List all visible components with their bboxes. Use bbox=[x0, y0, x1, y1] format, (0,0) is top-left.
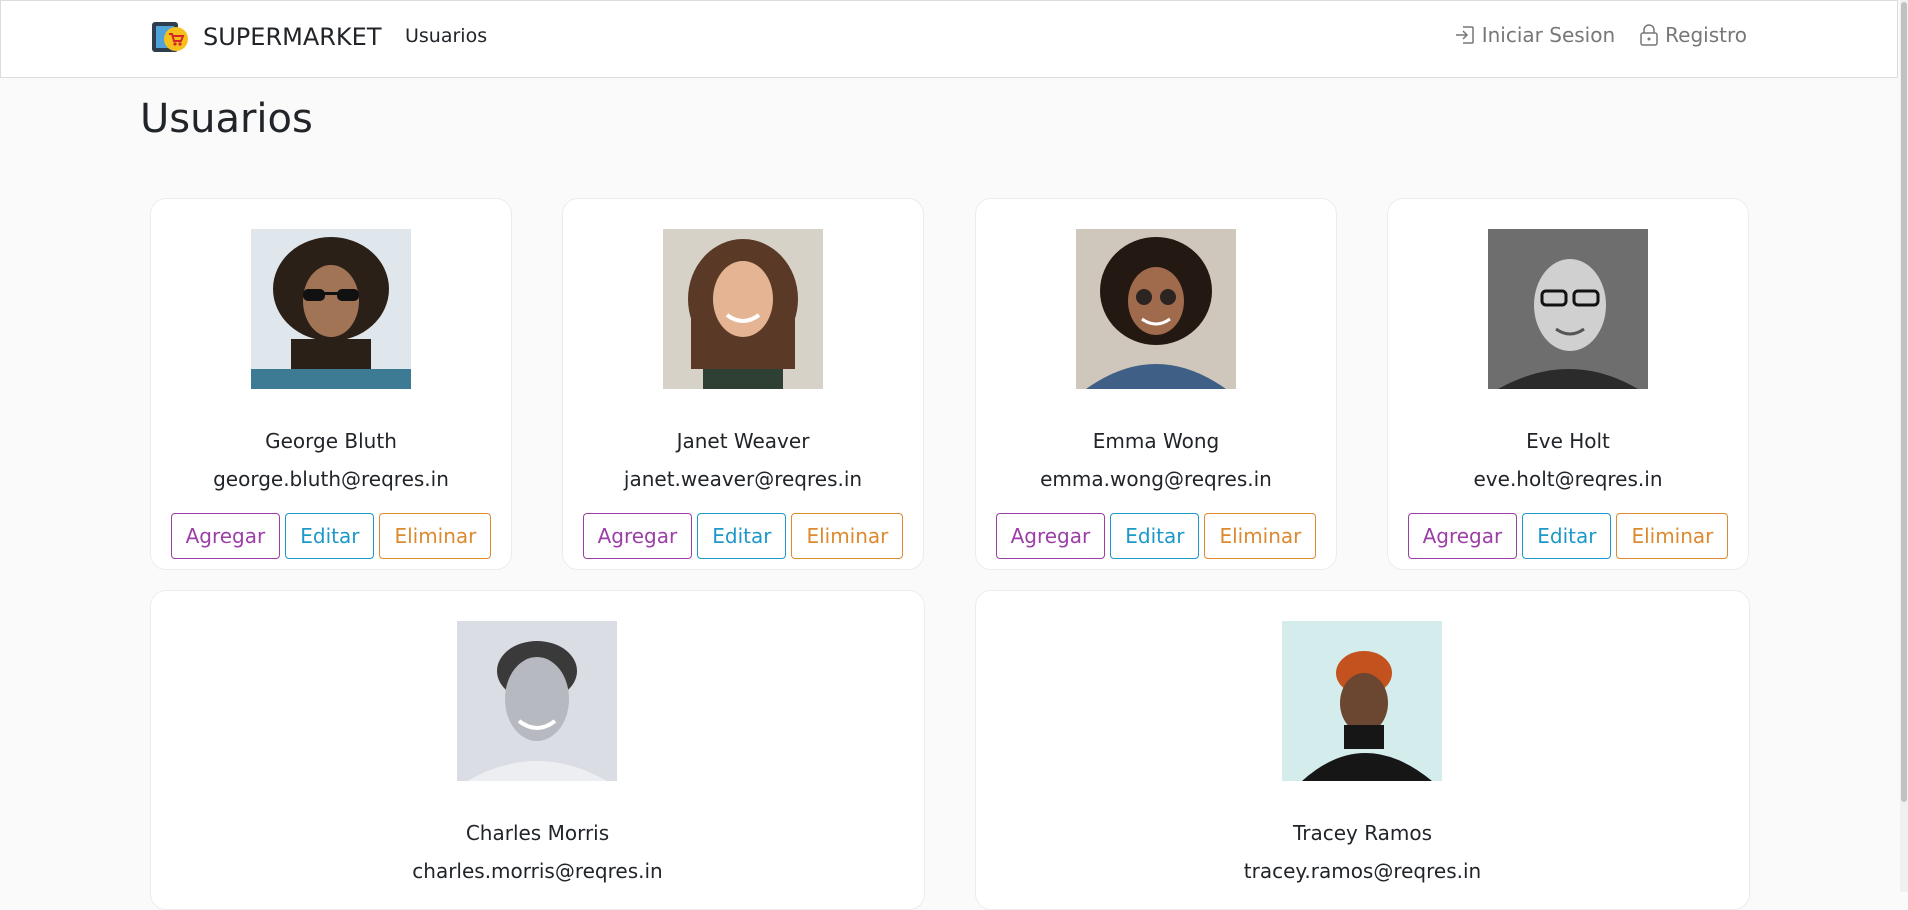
card-actions: Agregar Editar Eliminar bbox=[1388, 513, 1748, 559]
avatar bbox=[1488, 229, 1648, 389]
login-label: Iniciar Sesion bbox=[1481, 23, 1616, 47]
user-email: charles.morris@reqres.in bbox=[412, 859, 663, 883]
navbar: SUPERMARKET Usuarios Iniciar Sesion Regi… bbox=[0, 0, 1898, 78]
delete-button[interactable]: Eliminar bbox=[379, 513, 492, 559]
add-button[interactable]: Agregar bbox=[1407, 513, 1518, 559]
register-label: Registro bbox=[1665, 23, 1747, 47]
user-email: tracey.ramos@reqres.in bbox=[1243, 859, 1482, 883]
scrollbar-thumb[interactable] bbox=[1901, 2, 1907, 802]
login-link[interactable]: Iniciar Sesion bbox=[1454, 23, 1615, 47]
delete-button[interactable]: Eliminar bbox=[791, 513, 904, 559]
edit-button[interactable]: Editar bbox=[285, 513, 375, 559]
lock-icon bbox=[1640, 24, 1658, 46]
delete-button[interactable]: Eliminar bbox=[1204, 513, 1317, 559]
card-actions: Agregar Editar Eliminar bbox=[976, 513, 1336, 559]
user-email: george.bluth@reqres.in bbox=[213, 467, 449, 491]
user-name: Charles Morris bbox=[465, 821, 610, 845]
add-button[interactable]: Agregar bbox=[582, 513, 693, 559]
edit-button[interactable]: Editar bbox=[1110, 513, 1200, 559]
login-icon bbox=[1455, 26, 1474, 44]
scrollbar[interactable] bbox=[1900, 0, 1908, 892]
add-button[interactable]: Agregar bbox=[170, 513, 281, 559]
avatar bbox=[1076, 229, 1236, 389]
user-name: Emma Wong bbox=[1092, 429, 1220, 453]
supermarket-logo-icon bbox=[151, 19, 191, 55]
avatar bbox=[663, 229, 823, 389]
user-name: Tracey Ramos bbox=[1292, 821, 1433, 845]
user-name: George Bluth bbox=[265, 429, 397, 453]
nav-right: Iniciar Sesion Registro bbox=[1454, 23, 1747, 47]
user-email: eve.holt@reqres.in bbox=[1473, 467, 1663, 491]
user-name: Eve Holt bbox=[1526, 429, 1610, 453]
edit-button[interactable]: Editar bbox=[1522, 513, 1612, 559]
nav-link-usuarios[interactable]: Usuarios bbox=[405, 25, 487, 47]
page-title: Usuarios bbox=[140, 96, 313, 142]
user-card: Charles Morris charles.morris@reqres.in bbox=[150, 590, 925, 910]
user-card: Emma Wong emma.wong@reqres.in Agregar Ed… bbox=[975, 198, 1337, 570]
edit-button[interactable]: Editar bbox=[697, 513, 787, 559]
user-card: Janet Weaver janet.weaver@reqres.in Agre… bbox=[562, 198, 924, 570]
user-card: Eve Holt eve.holt@reqres.in Agregar Edit… bbox=[1387, 198, 1749, 570]
user-card: George Bluth george.bluth@reqres.in Agre… bbox=[150, 198, 512, 570]
avatar bbox=[251, 229, 411, 389]
card-actions: Agregar Editar Eliminar bbox=[151, 513, 511, 559]
user-card: Tracey Ramos tracey.ramos@reqres.in bbox=[975, 590, 1750, 910]
avatar bbox=[1282, 621, 1442, 781]
brand-name: SUPERMARKET bbox=[203, 23, 382, 51]
brand[interactable]: SUPERMARKET bbox=[151, 19, 381, 55]
user-email: janet.weaver@reqres.in bbox=[623, 467, 863, 491]
card-actions: Agregar Editar Eliminar bbox=[563, 513, 923, 559]
avatar bbox=[457, 621, 617, 781]
user-email: emma.wong@reqres.in bbox=[1040, 467, 1272, 491]
delete-button[interactable]: Eliminar bbox=[1616, 513, 1729, 559]
register-link[interactable]: Registro bbox=[1639, 23, 1747, 47]
user-name: Janet Weaver bbox=[676, 429, 810, 453]
add-button[interactable]: Agregar bbox=[995, 513, 1106, 559]
